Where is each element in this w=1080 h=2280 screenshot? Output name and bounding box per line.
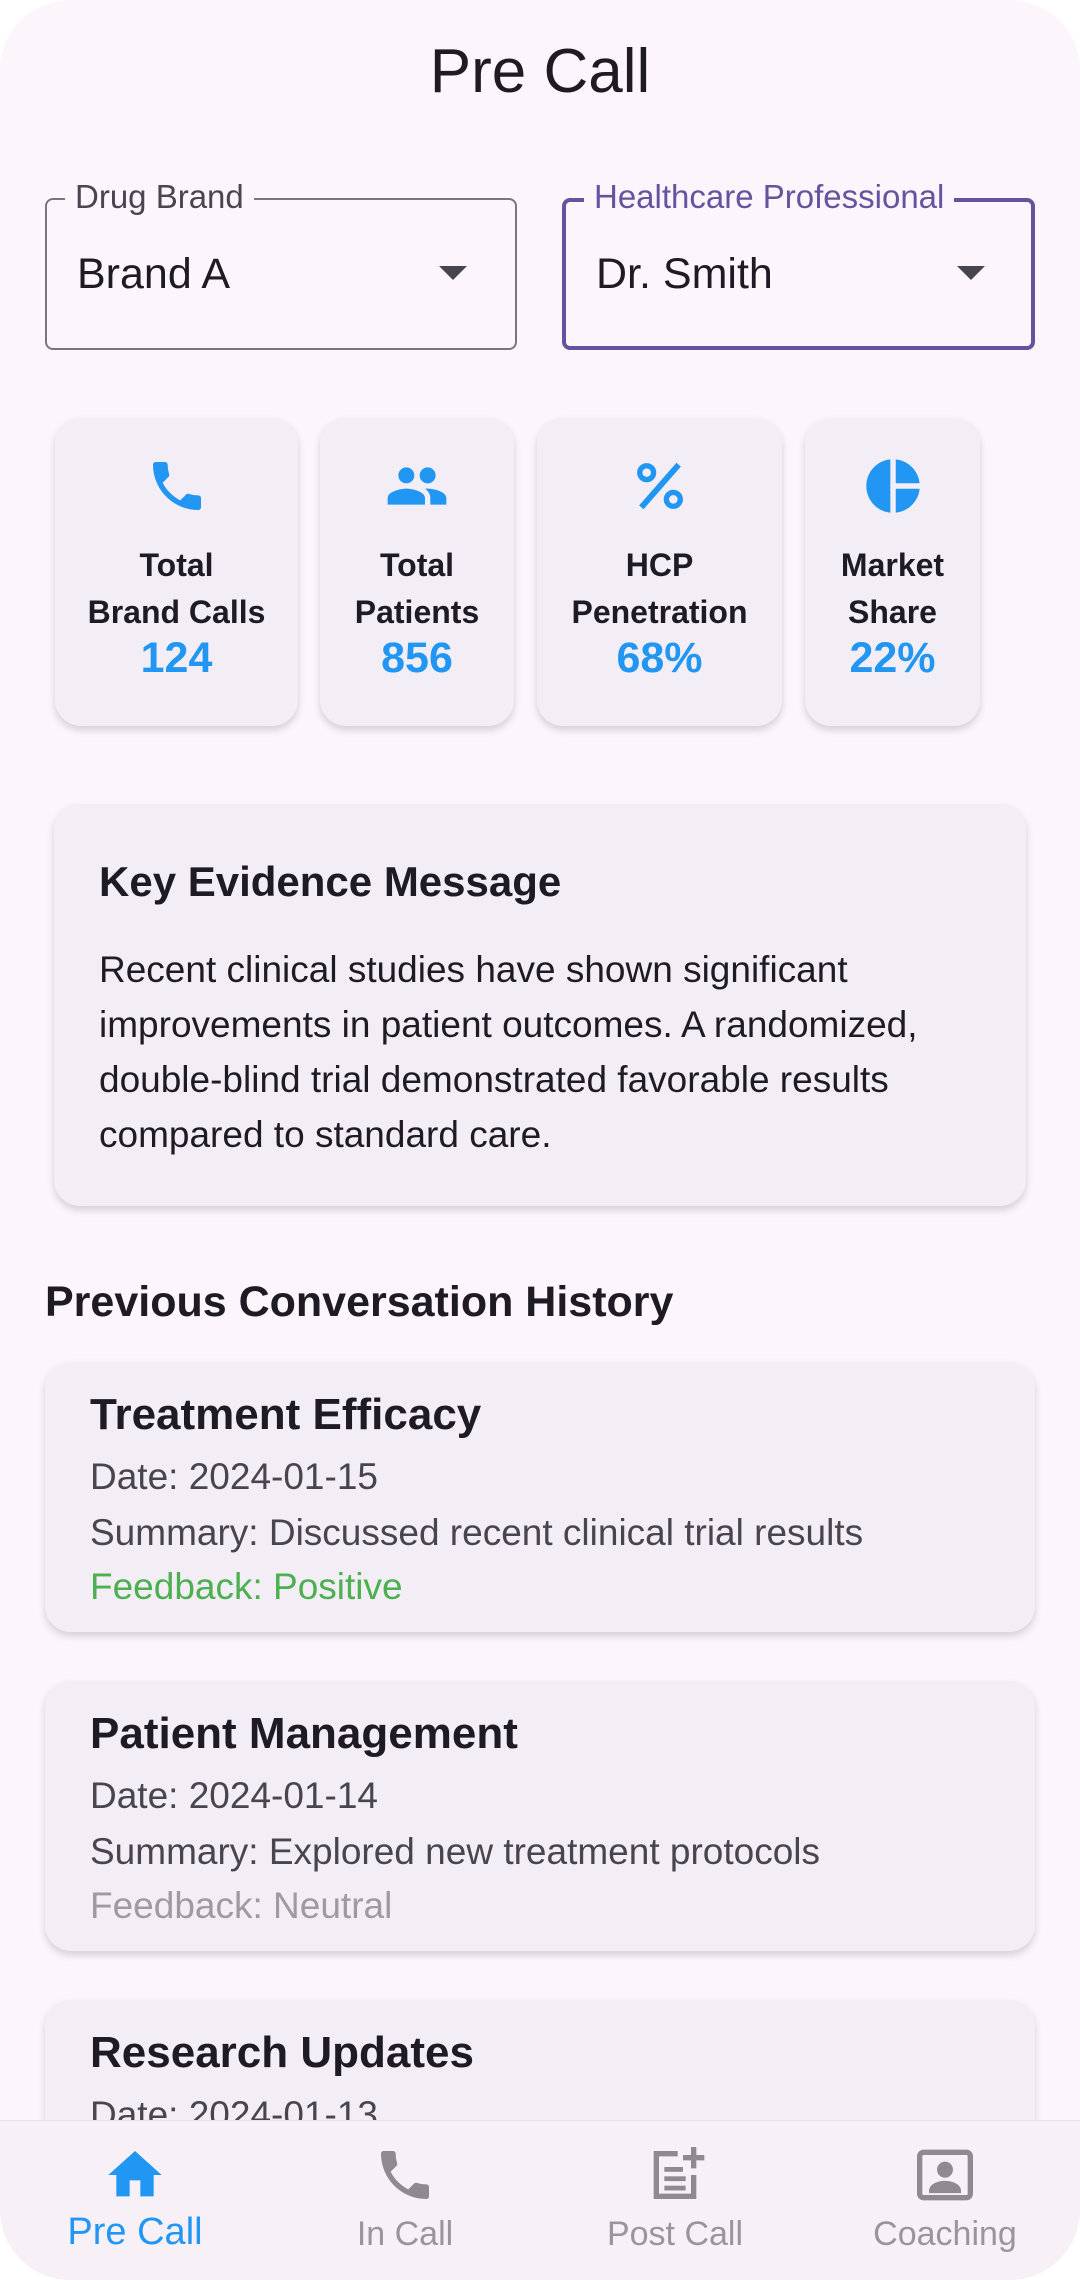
home-icon [108,2151,162,2197]
history-card-title: Patient Management [90,1709,518,1758]
healthcare-professional-label: Healthcare Professional [584,178,955,216]
dropdown-arrow-icon [439,266,467,280]
nav-item-post-call[interactable]: Post Call [540,2121,810,2280]
stat-value: 856 [381,634,453,682]
drug-brand-value: Brand A [77,250,230,298]
key-evidence-body: Recent clinical studies have shown signi… [99,949,918,1155]
people-icon [387,467,447,505]
stat-value: 124 [140,634,213,682]
phone-icon [152,462,201,510]
coaching-icon [917,2149,973,2201]
phone-icon [381,2151,429,2199]
history-card-feedback: Feedback: Positive [90,1566,403,1607]
stat-card-market-share: Market Share 22% [805,418,980,726]
bottom-navigation: Pre Call In Call Post Call Coaching [0,2120,1080,2280]
nav-label: Post Call [606,2215,744,2253]
post-add-icon [653,2147,705,2199]
stat-card-hcp-penetration: HCP Penetration 68% [537,418,782,726]
stat-label: HCP Penetration [571,547,748,630]
nav-label: In Call [356,2215,454,2253]
page-title: Pre Call [429,37,651,106]
nav-label: Pre Call [67,2211,203,2253]
healthcare-professional-dropdown[interactable]: Healthcare Professional Dr. Smith [562,178,1035,350]
history-card-date: Date: 2024-01-15 [90,1456,378,1497]
stat-value: 22% [849,634,936,682]
pie-chart-icon [865,459,920,513]
percent-icon [636,462,683,510]
nav-item-coaching[interactable]: Coaching [810,2121,1080,2280]
nav-item-pre-call[interactable]: Pre Call [0,2121,270,2280]
drug-brand-label: Drug Brand [65,178,254,216]
history-card-summary: Summary: Explored new treatment protocol… [90,1831,821,1872]
stat-label: Total Brand Calls [87,547,266,630]
stat-value: 68% [616,634,703,682]
nav-label: Coaching [873,2215,1017,2253]
key-evidence-title: Key Evidence Message [99,858,562,905]
stat-label: Market Share [840,547,945,630]
stat-label: Total Patients [354,547,480,630]
key-evidence-card: Key Evidence Message Recent clinical stu… [54,804,1026,1206]
healthcare-professional-value: Dr. Smith [596,250,773,298]
history-card-summary: Summary: Discussed recent clinical trial… [90,1512,864,1553]
conversation-history-heading: Previous Conversation History [45,1278,674,1326]
dropdown-arrow-icon [957,266,985,280]
app-screen: Pre Call Drug Brand Brand A Healthcare P… [0,0,1080,2280]
history-card[interactable]: Patient Management Date: 2024-01-14 Summ… [45,1681,1035,1951]
drug-brand-dropdown[interactable]: Drug Brand Brand A [45,178,517,350]
stat-card-total-brand-calls: Total Brand Calls 124 [55,418,298,726]
history-card-title: Research Updates [90,2028,474,2077]
history-card[interactable]: Treatment Efficacy Date: 2024-01-15 Summ… [45,1362,1035,1632]
history-card-feedback: Feedback: Neutral [90,1885,393,1926]
nav-item-in-call[interactable]: In Call [270,2121,540,2280]
history-card-title: Treatment Efficacy [90,1390,482,1439]
history-card-date: Date: 2024-01-14 [90,1775,378,1816]
stat-card-total-patients: Total Patients 856 [320,418,514,726]
